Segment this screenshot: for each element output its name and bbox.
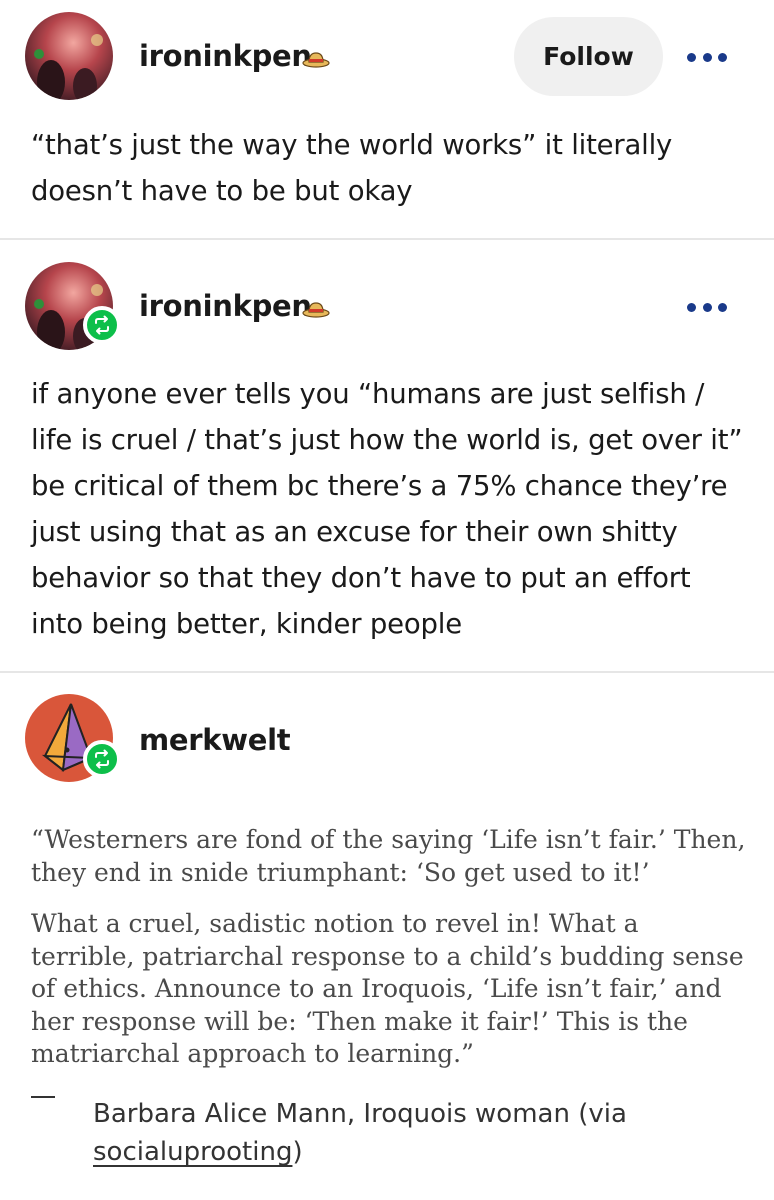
straw-hat-icon bbox=[302, 52, 330, 68]
avatar[interactable] bbox=[25, 12, 113, 100]
more-options-icon[interactable] bbox=[687, 51, 727, 63]
post-1: ironinkpen Follow “that’s just the way t… bbox=[0, 0, 774, 240]
attribution-dash bbox=[31, 1096, 55, 1098]
attribution: Barbara Alice Mann, Iroquois woman (via … bbox=[93, 1095, 753, 1171]
reblog-icon bbox=[83, 306, 121, 344]
follow-button[interactable]: Follow bbox=[514, 17, 663, 96]
username[interactable]: ironinkpen bbox=[139, 39, 312, 73]
straw-hat-icon bbox=[302, 302, 330, 318]
attribution-close: ) bbox=[292, 1137, 303, 1167]
post-text: if anyone ever tells you “humans are jus… bbox=[31, 378, 743, 640]
post-text: “that’s just the way the world works” it… bbox=[31, 129, 673, 207]
post-2: ironinkpen if anyone ever tells you “hum… bbox=[0, 240, 774, 672]
more-options-icon[interactable] bbox=[687, 301, 727, 313]
avatar-image bbox=[25, 12, 113, 100]
attribution-text: Barbara Alice Mann, Iroquois woman (via bbox=[93, 1099, 627, 1129]
quote-paragraph-2: What a cruel, sadistic notion to revel i… bbox=[31, 909, 744, 1068]
reblog-icon bbox=[83, 740, 121, 778]
username[interactable]: ironinkpen bbox=[139, 289, 312, 323]
quote-paragraph-1: “Westerners are fond of the saying ‘Life… bbox=[31, 825, 746, 887]
source-link[interactable]: socialuprooting bbox=[93, 1137, 292, 1167]
username[interactable]: merkwelt bbox=[139, 723, 291, 757]
